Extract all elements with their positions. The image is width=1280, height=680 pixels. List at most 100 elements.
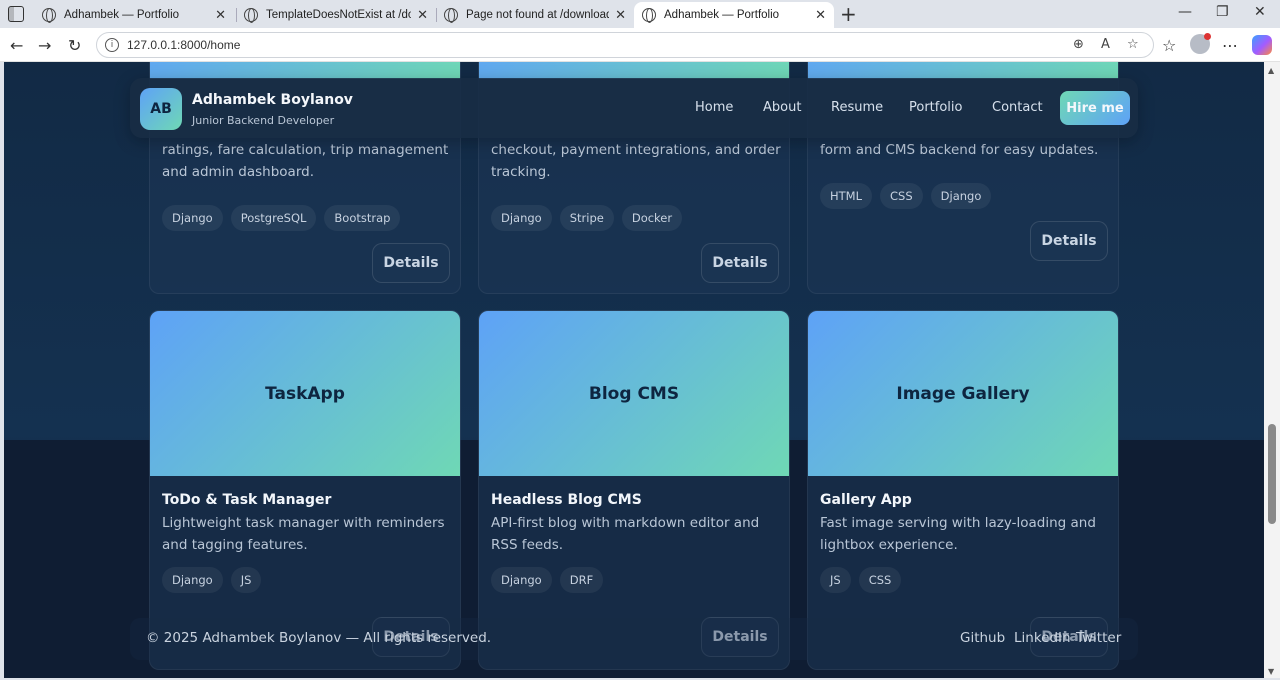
copilot-icon[interactable] [1252,35,1272,55]
close-icon[interactable]: ✕ [417,8,428,23]
thumbnail-label: Blog CMS [588,383,680,404]
details-button[interactable]: Details [372,243,450,283]
profile-avatar[interactable] [1190,33,1211,54]
tag: Django [491,567,552,593]
more-options-icon[interactable]: ⋯ [1222,36,1238,55]
thumbnail-label: TaskApp [265,383,345,404]
tag: Bootstrap [324,205,401,231]
tag: Django [162,567,223,593]
footer-link-github[interactable]: Github [960,630,1005,646]
project-thumbnail: Image Gallery [808,311,1118,476]
tab-title: Adhambek — Portfolio [664,9,780,21]
tag: Django [491,205,552,231]
maximize-icon[interactable]: ❐ [1216,4,1229,20]
project-thumbnail: Blog CMS [479,311,789,476]
tag-list: JS CSS [820,567,902,593]
project-thumbnail [150,62,460,79]
tag: CSS [880,183,923,209]
tag: CSS [858,567,902,593]
tab-title: Adhambek — Portfolio [64,9,180,21]
project-card: Blog CMS Headless Blog CMS API-first blo… [478,310,790,670]
browser-tab-strip: Adhambek — Portfolio ✕ TemplateDoesNotEx… [0,0,1280,28]
nav-link-contact[interactable]: Contact [992,100,1043,115]
project-title: Headless Blog CMS [491,492,642,508]
project-title: ToDo & Task Manager [162,492,332,508]
tag: JS [820,567,851,593]
read-aloud-icon[interactable]: A [1101,37,1110,52]
project-thumbnail [808,62,1118,79]
thumbnail-label: Image Gallery [896,383,1030,404]
globe-icon [642,8,656,23]
refresh-icon[interactable]: ↻ [68,36,81,55]
details-button[interactable]: Details [1030,221,1108,261]
tag: Django [162,205,223,231]
site-header: AB Adhambek Boylanov Junior Backend Deve… [130,78,1138,138]
address-bar: ← → ↻ i 127.0.0.1:8000/home ⊕ A ☆ ☆ ⋯ [0,28,1280,62]
tag: PostgreSQL [230,205,317,231]
footer-link-twitter[interactable]: Twitter [1076,630,1121,646]
browser-tab[interactable]: Page not found at /download/cv/ ✕ [436,2,634,28]
avatar[interactable]: AB [140,88,182,130]
close-icon[interactable]: ✕ [215,8,226,23]
tag: JS [230,567,262,593]
project-description: form and CMS backend for easy updates. [820,142,1099,158]
project-description: Lightweight task manager with reminders … [162,515,445,553]
browser-tab-active[interactable]: Adhambek — Portfolio ✕ [634,2,834,28]
new-tab-icon[interactable]: + [840,2,857,26]
tag: Docker [621,205,683,231]
tag-list: Django PostgreSQL Bootstrap [162,205,401,231]
nav-link-home[interactable]: Home [695,100,733,115]
tag-list: Django JS [162,567,262,593]
project-title: Gallery App [820,492,912,508]
globe-icon [42,8,56,23]
globe-icon [244,8,258,23]
project-card: TaskApp ToDo & Task Manager Lightweight … [149,310,461,670]
copyright-text: © 2025 Adhambek Boylanov — All rights re… [146,630,492,646]
close-icon[interactable]: ✕ [815,8,826,23]
project-thumbnail [479,62,789,79]
zoom-icon[interactable]: ⊕ [1073,37,1084,52]
globe-icon [444,8,458,23]
window-close-icon[interactable]: ✕ [1254,4,1266,20]
forward-icon[interactable]: → [38,36,51,55]
url-field[interactable]: i 127.0.0.1:8000/home ⊕ A ☆ [96,32,1154,58]
scrollbar[interactable]: ▲ ▼ [1264,62,1280,678]
footer-link-linkedin[interactable]: LinkedIn [1014,630,1071,646]
brand-name[interactable]: Adhambek Boylanov [192,92,353,108]
browser-tab[interactable]: TemplateDoesNotExist at /download ✕ [236,2,436,28]
favorite-star-icon[interactable]: ☆ [1127,37,1139,52]
scrollbar-thumb[interactable] [1268,424,1276,524]
project-card: Image Gallery Gallery App Fast image ser… [807,310,1119,670]
project-description: checkout, payment integrations, and orde… [491,142,781,180]
nav-link-portfolio[interactable]: Portfolio [909,100,962,115]
project-description: API-first blog with markdown editor and … [491,515,760,553]
tag: Django [930,183,992,209]
close-icon[interactable]: ✕ [615,8,626,23]
details-button[interactable]: Details [701,243,779,283]
brand-role: Junior Backend Developer [192,114,335,127]
project-description: ratings, fare calculation, trip manageme… [162,142,449,180]
tag-list: Django Stripe Docker [491,205,683,231]
page-viewport: ratings, fare calculation, trip manageme… [4,62,1264,678]
project-thumbnail: TaskApp [150,311,460,476]
nav-link-resume[interactable]: Resume [831,100,883,115]
scroll-down-icon[interactable]: ▼ [1268,667,1274,676]
tab-title: Page not found at /download/cv/ [466,9,609,21]
tag: HTML [820,183,873,209]
nav-link-about[interactable]: About [763,100,801,115]
hire-me-button[interactable]: Hire me [1060,91,1130,125]
favorites-icon[interactable]: ☆ [1162,36,1176,55]
tag: Stripe [559,205,614,231]
url-text: 127.0.0.1:8000/home [127,38,241,52]
browser-tab[interactable]: Adhambek — Portfolio ✕ [34,2,234,28]
tag-list: Django DRF [491,567,604,593]
minimize-icon[interactable]: — [1178,4,1192,20]
tag-list: HTML CSS Django [820,183,992,209]
site-footer: © 2025 Adhambek Boylanov — All rights re… [130,618,1138,660]
scroll-up-icon[interactable]: ▲ [1268,66,1274,75]
tab-actions-icon[interactable] [8,6,24,22]
tag: DRF [559,567,604,593]
back-icon[interactable]: ← [10,36,23,55]
info-icon[interactable]: i [105,38,119,52]
project-description: Fast image serving with lazy-loading and… [820,515,1096,553]
